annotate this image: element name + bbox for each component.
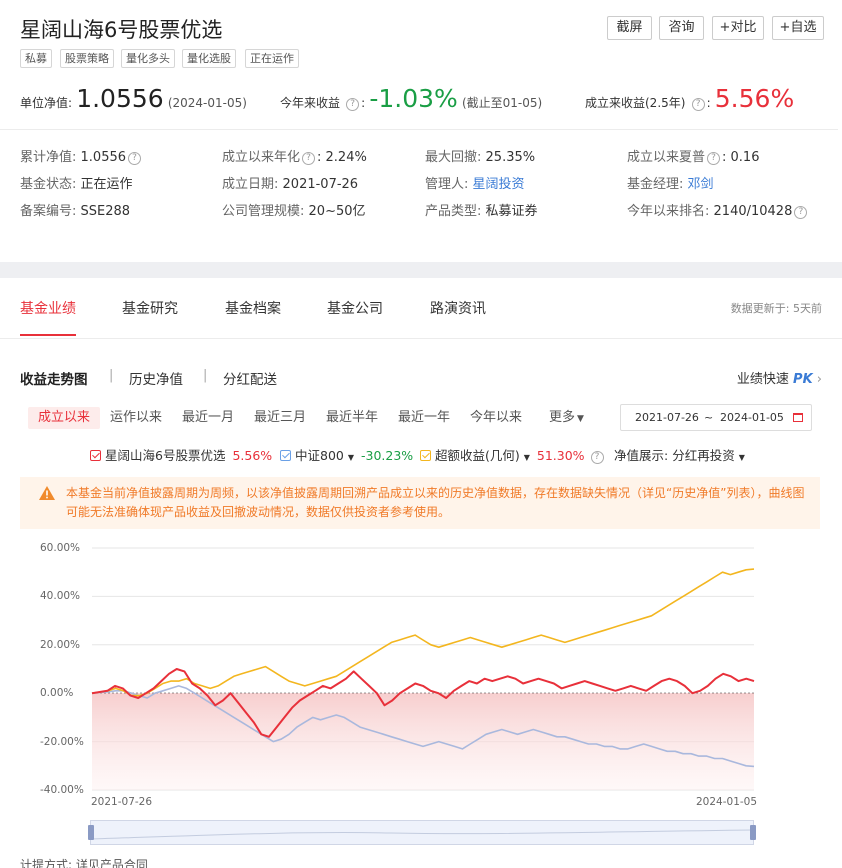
caret-down-icon: ▼ — [577, 414, 584, 424]
zoom-slider-preview — [91, 829, 753, 840]
pk-link[interactable]: 业绩快速 PK › — [737, 368, 822, 387]
pk-badge: PK — [793, 372, 813, 387]
info-annualized: 成立以来年化?: 2.24% — [222, 150, 367, 165]
info-product-type: 产品类型: 私募证券 — [425, 204, 538, 219]
range-3m[interactable]: 最近三月 — [254, 407, 306, 429]
calendar-icon — [793, 413, 803, 422]
date-to: 2024-01-05 — [720, 411, 784, 424]
pk-label: 业绩快速 — [736, 372, 789, 387]
date-from: 2021-07-26 — [635, 411, 699, 424]
divider — [0, 129, 838, 130]
info-manager-company: 管理人: 星阔投资 — [425, 177, 525, 192]
screenshot-button[interactable]: 截屏 — [607, 16, 652, 40]
info-status: 基金状态: 正在运作 — [20, 177, 133, 192]
manager-company-link[interactable]: 星阔投资 — [473, 177, 525, 192]
subtab-dividend[interactable]: 分红配送 — [223, 368, 277, 388]
unit-nav-label: 单位净值: — [20, 96, 73, 110]
date-range-picker[interactable]: 2021-07-26 ~ 2024-01-05 — [620, 404, 812, 431]
unit-nav-value: 1.0556 — [76, 84, 164, 113]
checkbox-icon — [280, 450, 291, 461]
fund-header: 星阔山海6号股票优选 私募 股票策略 量化多头 量化选股 正在运作 截屏 咨询 … — [0, 0, 842, 262]
zoom-handle-left[interactable] — [88, 825, 94, 840]
help-icon[interactable]: ? — [128, 152, 142, 165]
tab-research[interactable]: 基金研究 — [122, 298, 178, 318]
caret-down-icon: ▼ — [523, 453, 530, 462]
chevron-right-icon: › — [816, 372, 822, 387]
subtab-sep: | — [203, 368, 208, 383]
fund-title: 星阔山海6号股票优选 — [20, 18, 223, 42]
legend-fund[interactable]: 星阔山海6号股票优选 5.56% — [90, 445, 272, 464]
subtab-return-trend[interactable]: 收益走势图 — [20, 368, 88, 388]
date-sep: ~ — [704, 411, 714, 424]
nav-display-select[interactable]: 净值展示: 分红再投资 ▼ — [614, 445, 745, 464]
consult-button[interactable]: 咨询 — [659, 16, 704, 40]
info-ranking: 今年以来排名: 2140/10428? — [627, 200, 809, 219]
since-return: 成立来收益(2.5年) ?: 5.56% — [585, 84, 795, 113]
info-manager: 基金经理: 邓剑 — [627, 177, 714, 192]
fund-area — [92, 693, 754, 790]
manager-link[interactable]: 邓剑 — [688, 177, 714, 192]
info-aum: 公司管理规模: 20~50亿 — [222, 204, 366, 219]
ytd-return: 今年来收益 ?: -1.03% (截止至01-05) — [280, 84, 543, 113]
tab-company[interactable]: 基金公司 — [327, 298, 383, 318]
return-chart[interactable] — [0, 530, 842, 820]
tag-strategy: 股票策略 — [60, 49, 114, 68]
notice-text: 本基金当前净值披露周期为周频，以该净值披露周期回溯产品成立以来的历史净值数据，存… — [66, 486, 805, 519]
x-start-label: 2021-07-26 — [91, 796, 153, 808]
tab-active-underline — [20, 334, 76, 336]
footer-method: 计提方式: 详见产品合同 — [20, 858, 148, 868]
help-icon[interactable]: ? — [590, 451, 604, 464]
checkbox-icon — [90, 450, 101, 461]
caret-down-icon: ▼ — [347, 453, 354, 462]
excess-line — [91, 568, 755, 697]
notice-banner: 本基金当前净值披露周期为周频，以该净值披露周期回溯产品成立以来的历史净值数据，存… — [20, 477, 820, 529]
range-1m[interactable]: 最近一月 — [182, 407, 234, 429]
range-since-operation[interactable]: 运作以来 — [110, 407, 162, 429]
zoom-handle-right[interactable] — [750, 825, 756, 840]
tag-private: 私募 — [20, 49, 52, 68]
info-registration: 备案编号: SSE288 — [20, 204, 131, 219]
tab-roadshow[interactable]: 路演资讯 — [430, 298, 486, 318]
help-icon[interactable]: ? — [302, 152, 316, 165]
range-6m[interactable]: 最近半年 — [326, 407, 378, 429]
zoom-slider[interactable] — [90, 820, 754, 845]
range-ytd[interactable]: 今年以来 — [470, 407, 522, 429]
warning-icon — [39, 486, 55, 500]
info-inception: 成立日期: 2021-07-26 — [222, 177, 359, 192]
info-max-drawdown: 最大回撤: 25.35% — [425, 150, 536, 165]
tab-profile[interactable]: 基金档案 — [225, 298, 281, 318]
subtab-sep: | — [109, 368, 114, 383]
unit-nav: 单位净值: 1.0556 (2024-01-05) — [20, 84, 247, 113]
tag-status: 正在运作 — [245, 49, 299, 68]
caret-down-icon: ▼ — [738, 453, 745, 462]
tabs-divider — [0, 338, 842, 339]
info-sharpe: 成立以来夏普?: 0.16 — [627, 150, 760, 165]
section-gap — [0, 262, 842, 278]
range-1y[interactable]: 最近一年 — [398, 407, 450, 429]
ytd-value: -1.03% — [369, 84, 458, 113]
add-watchlist-button[interactable]: +自选 — [772, 16, 824, 40]
legend-excess[interactable]: 超额收益(几何) ▼ 51.30% ? — [420, 445, 606, 464]
since-value: 5.56% — [714, 84, 795, 113]
range-since-inception[interactable]: 成立以来 — [28, 407, 100, 429]
ytd-label: 今年来收益 — [280, 96, 341, 110]
range-more[interactable]: 更多 ▼ — [549, 407, 584, 429]
unit-nav-date: (2024-01-05) — [167, 96, 247, 110]
tag-quant-long: 量化多头 — [121, 49, 175, 68]
update-note: 数据更新于: 5天前 — [730, 302, 822, 315]
compare-button[interactable]: +对比 — [712, 16, 764, 40]
tab-performance[interactable]: 基金业绩 — [20, 298, 76, 318]
info-cumulative-nav: 累计净值: 1.0556? — [20, 146, 143, 165]
checkbox-icon — [420, 450, 431, 461]
help-icon[interactable]: ? — [691, 98, 705, 111]
legend-index[interactable]: 中证800 ▼ -30.23% — [280, 445, 413, 464]
ytd-note: (截止至01-05) — [461, 96, 543, 110]
subtab-history-nav[interactable]: 历史净值 — [129, 368, 183, 388]
help-icon[interactable]: ? — [707, 152, 721, 165]
help-icon[interactable]: ? — [794, 206, 808, 219]
tag-quant-pick: 量化选股 — [182, 49, 236, 68]
since-label: 成立来收益(2.5年) — [585, 96, 686, 110]
help-icon[interactable]: ? — [346, 98, 360, 111]
x-end-label: 2024-01-05 — [696, 796, 758, 808]
